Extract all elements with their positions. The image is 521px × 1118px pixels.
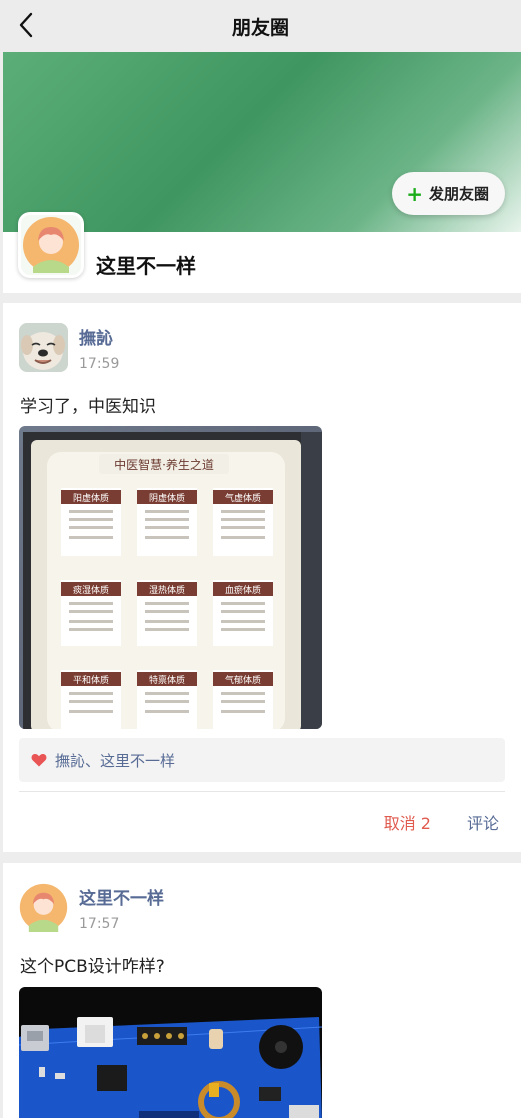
post-moment-button[interactable]: + 发朋友圈 — [392, 172, 505, 215]
panel-2: 阴虚体质 — [149, 492, 185, 504]
post-author-avatar[interactable] — [19, 323, 68, 372]
post-text: 这个PCB设计咋样? — [20, 957, 165, 977]
panel-8: 特禀体质 — [149, 674, 185, 686]
post-text: 学习了，中医知识 — [20, 397, 156, 417]
panel-7: 平和体质 — [73, 674, 109, 686]
dog-avatar-icon — [19, 323, 68, 372]
user-avatar-icon — [21, 215, 81, 275]
panel-4: 痰湿体质 — [73, 584, 109, 596]
panel-1: 阳虚体质 — [73, 492, 109, 504]
page-title: 朋友圈 — [231, 17, 289, 39]
heart-icon — [31, 753, 47, 767]
panel-3: 气虚体质 — [225, 492, 261, 504]
board-title: 中医智慧·养生之道 — [114, 457, 214, 472]
post-time: 17:59 — [79, 356, 120, 372]
post-time: 17:57 — [79, 916, 120, 932]
plus-icon: + — [406, 181, 423, 206]
post-author-name[interactable]: 这里不一样 — [79, 884, 164, 909]
pcb-board-image — [19, 987, 322, 1118]
post-image[interactable]: 中医智慧·养生之道 阳虚体质 阴虚体质 气虚体质 痰湿体质 湿热体质 血瘀体质 … — [19, 426, 322, 729]
tcm-board-image: 中医智慧·养生之道 阳虚体质 阴虚体质 气虚体质 痰湿体质 湿热体质 血瘀体质 … — [19, 426, 322, 729]
cancel-like-button[interactable]: 取消 2 — [384, 810, 431, 834]
panel-6: 血瘀体质 — [225, 584, 261, 596]
divider — [19, 791, 505, 792]
comment-button[interactable]: 评论 — [467, 810, 499, 834]
profile-avatar[interactable] — [18, 212, 84, 278]
top-bar: 朋友圈 — [0, 0, 521, 52]
likes-bar: 撫訫、这里不一样 — [19, 738, 505, 782]
post-author-avatar[interactable] — [19, 883, 68, 932]
post-author-name[interactable]: 撫訫 — [79, 324, 113, 349]
panel-9: 气郁体质 — [225, 674, 261, 686]
post-moment-label: 发朋友圈 — [428, 185, 489, 203]
profile-name: 这里不一样 — [96, 254, 196, 278]
post-image[interactable] — [19, 987, 322, 1118]
panel-5: 湿热体质 — [149, 584, 185, 596]
liked-by-names[interactable]: 撫訫、这里不一样 — [55, 750, 175, 771]
user-avatar-icon — [19, 883, 68, 932]
moment-post: 撫訫 17:59 学习了，中医知识 中医智慧·养生之道 阳虚体质 阴虚体质 气虚… — [3, 303, 521, 852]
moment-post: 这里不一样 17:57 这个PCB设计咋样? — [3, 863, 521, 1118]
